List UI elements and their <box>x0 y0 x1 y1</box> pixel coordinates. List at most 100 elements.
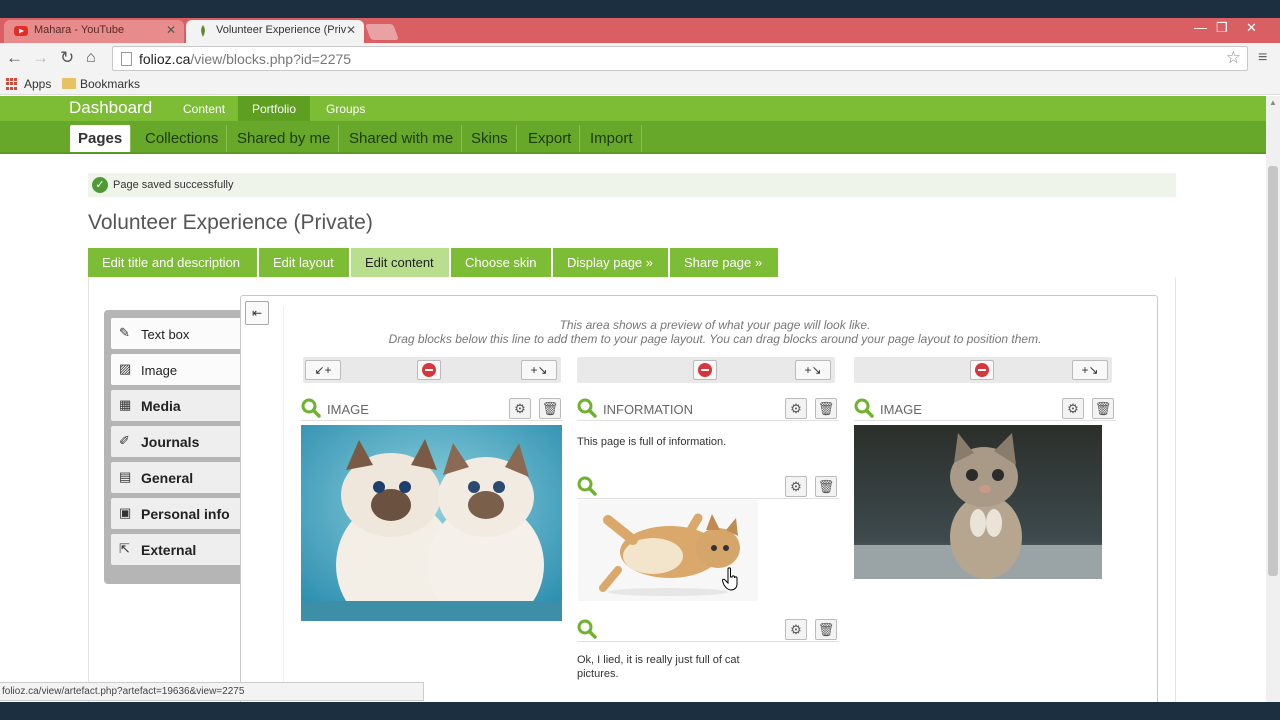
bookmarks-bar: Apps Bookmarks <box>0 73 1280 95</box>
collapse-palette-icon[interactable]: ⇤ <box>245 301 269 325</box>
palette-label: External <box>141 542 197 558</box>
folder-icon <box>62 78 76 89</box>
browser-tab-volunteer[interactable]: Volunteer Experience (Priv ✕ <box>186 20 364 43</box>
preview-hint-line1: This area shows a preview of what your p… <box>559 318 871 332</box>
praying-kitten-picture <box>854 425 1102 579</box>
success-message: ✓ Page saved successfully <box>88 173 1176 197</box>
hand-cursor-icon <box>722 567 738 591</box>
tab-edit-layout[interactable]: Edit layout <box>259 248 349 277</box>
browser-tab-youtube[interactable]: Mahara - YouTube ✕ <box>4 20 184 43</box>
mahara-icon <box>201 25 205 37</box>
block-header-image-3[interactable]: IMAGE ⚙ 🗑 <box>854 397 1116 421</box>
scrollbar-thumb[interactable] <box>1268 166 1278 576</box>
subnav-shared-by-me[interactable]: Shared by me <box>229 125 340 152</box>
apps-link[interactable]: Apps <box>24 77 51 91</box>
magnifier-icon[interactable] <box>577 476 597 496</box>
tab-edit-title[interactable]: Edit title and description <box>88 248 257 277</box>
tab-title: Mahara - YouTube <box>34 24 125 36</box>
block-header-untitled-2[interactable]: ⚙ 🗑 <box>577 618 839 642</box>
reload-icon[interactable]: ↻ <box>60 48 74 68</box>
bookmarks-folder[interactable]: Bookmarks <box>80 77 140 91</box>
block-title: INFORMATION <box>603 402 694 417</box>
media-icon: ▦ <box>119 397 132 412</box>
close-window-icon[interactable]: ✕ <box>1246 20 1257 36</box>
subnav-export[interactable]: Export <box>520 125 581 152</box>
remove-icon <box>975 363 989 377</box>
kittens-picture <box>301 425 562 621</box>
magnifier-icon[interactable] <box>854 398 874 418</box>
apps-icon[interactable] <box>6 78 18 90</box>
page-icon <box>121 52 132 66</box>
magnifier-icon[interactable] <box>301 398 321 418</box>
close-icon[interactable]: ✕ <box>166 23 176 37</box>
menu-icon[interactable]: ≡ <box>1258 49 1267 67</box>
palette-label: General <box>141 470 194 486</box>
tab-share-page[interactable]: Share page » <box>670 248 778 277</box>
tab-title: Volunteer Experience (Priv <box>216 24 347 36</box>
add-column-right-button[interactable]: +↘ <box>1072 360 1108 380</box>
page-scrollbar[interactable]: ▲ <box>1266 96 1280 702</box>
column-1-controls: ↙+ +↘ <box>303 357 561 383</box>
add-column-left-button[interactable]: ↙+ <box>305 360 341 380</box>
gear-icon[interactable]: ⚙ <box>785 398 807 419</box>
text-box-icon: ✎ <box>119 325 130 340</box>
cat-pictures-text: Ok, I lied, it is really just full of ca… <box>577 654 740 680</box>
subnav-import[interactable]: Import <box>582 125 642 152</box>
gear-icon[interactable]: ⚙ <box>785 476 807 497</box>
browser-status-bar: folioz.ca/view/artefact.php?artefact=196… <box>0 682 424 701</box>
screen: Mahara - YouTube ✕ Volunteer Experience … <box>0 0 1280 720</box>
trash-icon[interactable]: 🗑 <box>815 619 837 640</box>
palette-label: Image <box>141 363 178 378</box>
restore-icon[interactable]: ❐ <box>1216 20 1228 36</box>
url-text[interactable]: folioz.ca/view/blocks.php?id=2275 <box>139 51 351 67</box>
remove-column-button[interactable] <box>970 360 994 380</box>
subnav-collections[interactable]: Collections <box>137 125 228 152</box>
subnav-shared-with-me[interactable]: Shared with me <box>341 125 463 152</box>
journal-pen-icon: ✐ <box>119 433 130 448</box>
block-header-information[interactable]: INFORMATION ⚙ 🗑 <box>577 397 839 421</box>
check-icon: ✓ <box>92 177 108 193</box>
gear-icon[interactable]: ⚙ <box>1062 398 1084 419</box>
gear-icon[interactable]: ⚙ <box>785 619 807 640</box>
subnav-pages[interactable]: Pages <box>70 125 132 152</box>
trash-icon[interactable]: 🗑 <box>539 398 561 419</box>
gear-icon[interactable]: ⚙ <box>509 398 531 419</box>
magnifier-icon[interactable] <box>577 398 597 418</box>
back-icon[interactable]: ← <box>6 48 23 68</box>
add-column-right-button[interactable]: +↘ <box>795 360 831 380</box>
nav-content[interactable]: Content <box>169 96 239 121</box>
image-icon: ▨ <box>119 361 132 376</box>
tab-edit-content[interactable]: Edit content <box>351 248 449 277</box>
trash-icon[interactable]: 🗑 <box>1092 398 1114 419</box>
tab-choose-skin[interactable]: Choose skin <box>451 248 551 277</box>
remove-column-button[interactable] <box>693 360 717 380</box>
new-tab-button[interactable] <box>365 24 399 40</box>
remove-column-button[interactable] <box>417 360 441 380</box>
nav-groups[interactable]: Groups <box>312 96 379 121</box>
youtube-icon <box>14 26 28 36</box>
url-path: /view/blocks.php?id=2275 <box>190 51 352 67</box>
home-icon[interactable]: ⌂ <box>86 48 96 68</box>
tab-display-page[interactable]: Display page » <box>553 248 668 277</box>
url-domain: folioz.ca <box>139 51 191 67</box>
page-title: Volunteer Experience (Private) <box>88 211 373 234</box>
column-3-controls: +↘ <box>854 357 1112 383</box>
sub-nav: Pages Collections Shared by me Shared wi… <box>0 121 1266 154</box>
forward-icon[interactable]: → <box>32 48 49 68</box>
star-icon[interactable]: ☆ <box>1226 48 1241 68</box>
trash-icon[interactable]: 🗑 <box>815 476 837 497</box>
block-header-image-1[interactable]: IMAGE ⚙ 🗑 <box>301 397 563 421</box>
add-column-right-button[interactable]: +↘ <box>521 360 557 380</box>
minimize-icon[interactable]: — <box>1194 20 1207 35</box>
address-bar[interactable]: folioz.ca/view/blocks.php?id=2275 ☆ <box>112 46 1248 71</box>
close-icon[interactable]: ✕ <box>346 23 356 37</box>
nav-dashboard[interactable]: Dashboard <box>69 98 152 118</box>
block-header-untitled-1[interactable]: ⚙ 🗑 <box>577 475 839 499</box>
external-icon: ⇱ <box>119 541 130 556</box>
subnav-skins[interactable]: Skins <box>463 125 517 152</box>
scroll-up-icon[interactable]: ▲ <box>1269 98 1277 107</box>
trash-icon[interactable]: 🗑 <box>815 398 837 419</box>
magnifier-icon[interactable] <box>577 619 597 639</box>
block-title: IMAGE <box>880 402 922 417</box>
nav-portfolio[interactable]: Portfolio <box>238 96 311 121</box>
